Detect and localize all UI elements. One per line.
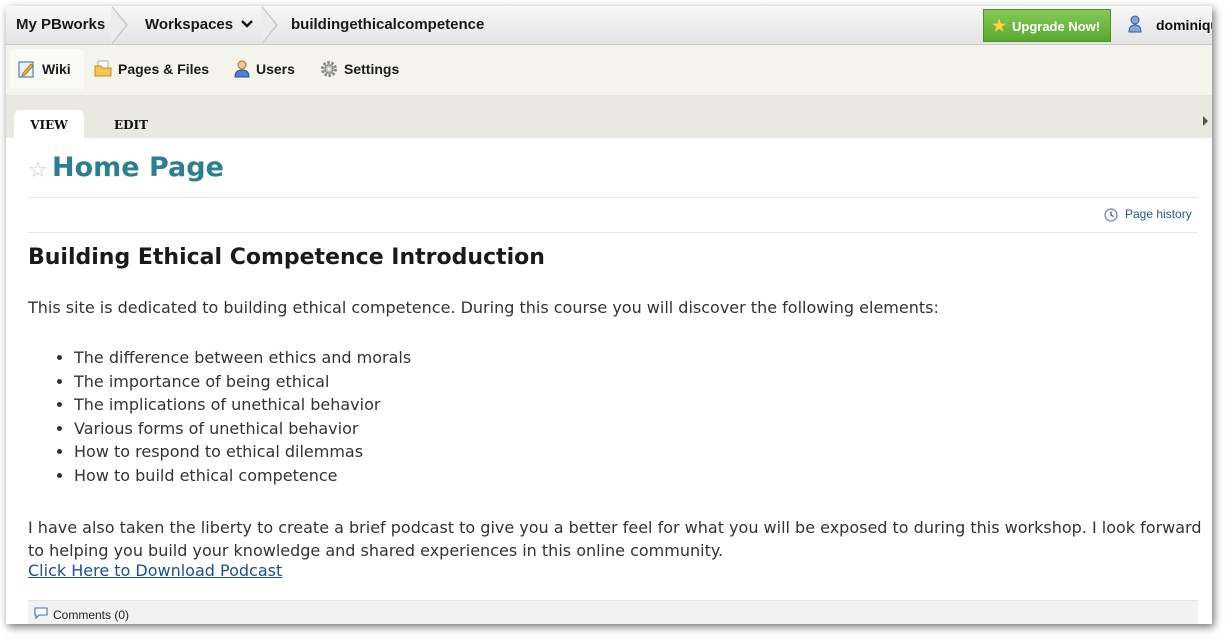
page-title: Home Page	[52, 152, 224, 183]
outro-paragraph: I have also taken the liberty to create …	[28, 518, 1202, 560]
user-icon	[1128, 15, 1142, 33]
divider	[28, 232, 1198, 233]
list-item: The difference between ethics and morals	[74, 346, 411, 370]
tab-users[interactable]: Users	[231, 49, 311, 89]
tab-pages-files-label: Pages & Files	[118, 61, 210, 77]
workspaces-dropdown[interactable]: Workspaces	[145, 6, 254, 44]
tab-edit[interactable]: EDIT	[106, 110, 156, 138]
user-icon	[234, 60, 250, 78]
top-bar: My PBworks Workspaces buildingethicalcom…	[6, 6, 1212, 45]
list-item: The implications of unethical behavior	[74, 393, 411, 417]
elements-list: The difference between ethics and morals…	[28, 346, 411, 487]
breadcrumb-separator-fill	[261, 6, 276, 44]
comments-bar: Comments (0)	[28, 600, 1198, 624]
section-heading: Building Ethical Competence Introduction	[28, 245, 545, 270]
upgrade-now-button[interactable]: ★ Upgrade Now!	[983, 9, 1111, 42]
clock-icon	[1104, 208, 1118, 222]
speech-bubble-icon	[34, 607, 48, 619]
star-icon[interactable]: ☆	[28, 158, 48, 183]
breadcrumb-separator-fill	[111, 6, 126, 44]
page-content: ☆ Home Page Page history Building Ethica…	[6, 138, 1212, 624]
download-podcast-link[interactable]: Click Here to Download Podcast	[28, 561, 282, 580]
tab-view[interactable]: VIEW	[14, 110, 84, 138]
page-history-label: Page history	[1125, 207, 1192, 221]
comments-link[interactable]: Comments (0)	[53, 608, 129, 622]
list-item: How to respond to ethical dilemmas	[74, 440, 411, 464]
tab-settings-label: Settings	[344, 61, 400, 77]
tab-pages-files[interactable]: Pages & Files	[92, 49, 222, 89]
wiki-edit-icon	[18, 61, 34, 78]
workspaces-label: Workspaces	[145, 16, 234, 33]
upgrade-label: Upgrade Now!	[1012, 19, 1101, 34]
tab-settings[interactable]: Settings	[318, 49, 408, 89]
mode-tabs: VIEW EDIT	[6, 96, 1212, 138]
user-name: dominiqu	[1156, 17, 1212, 33]
tab-wiki[interactable]: Wiki	[10, 49, 84, 89]
workspace-name-link[interactable]: buildingethicalcompetence	[291, 6, 484, 44]
list-item: How to build ethical competence	[74, 464, 411, 488]
star-icon: ★	[992, 18, 1007, 35]
main-nav: Wiki Pages & Files Users Settings	[6, 45, 1212, 96]
browser-frame: My PBworks Workspaces buildingethicalcom…	[6, 6, 1212, 624]
folder-icon	[94, 60, 112, 77]
tab-wiki-label: Wiki	[42, 61, 71, 77]
tab-users-label: Users	[256, 61, 295, 77]
gear-icon	[321, 61, 337, 77]
list-item: The importance of being ethical	[74, 370, 411, 394]
chevron-down-icon	[241, 20, 254, 28]
list-item: Various forms of unethical behavior	[74, 417, 411, 441]
divider	[28, 197, 1198, 198]
chevron-right-icon[interactable]	[1203, 116, 1208, 126]
my-pbworks-link[interactable]: My PBworks	[16, 6, 105, 44]
intro-paragraph: This site is dedicated to building ethic…	[28, 298, 939, 317]
